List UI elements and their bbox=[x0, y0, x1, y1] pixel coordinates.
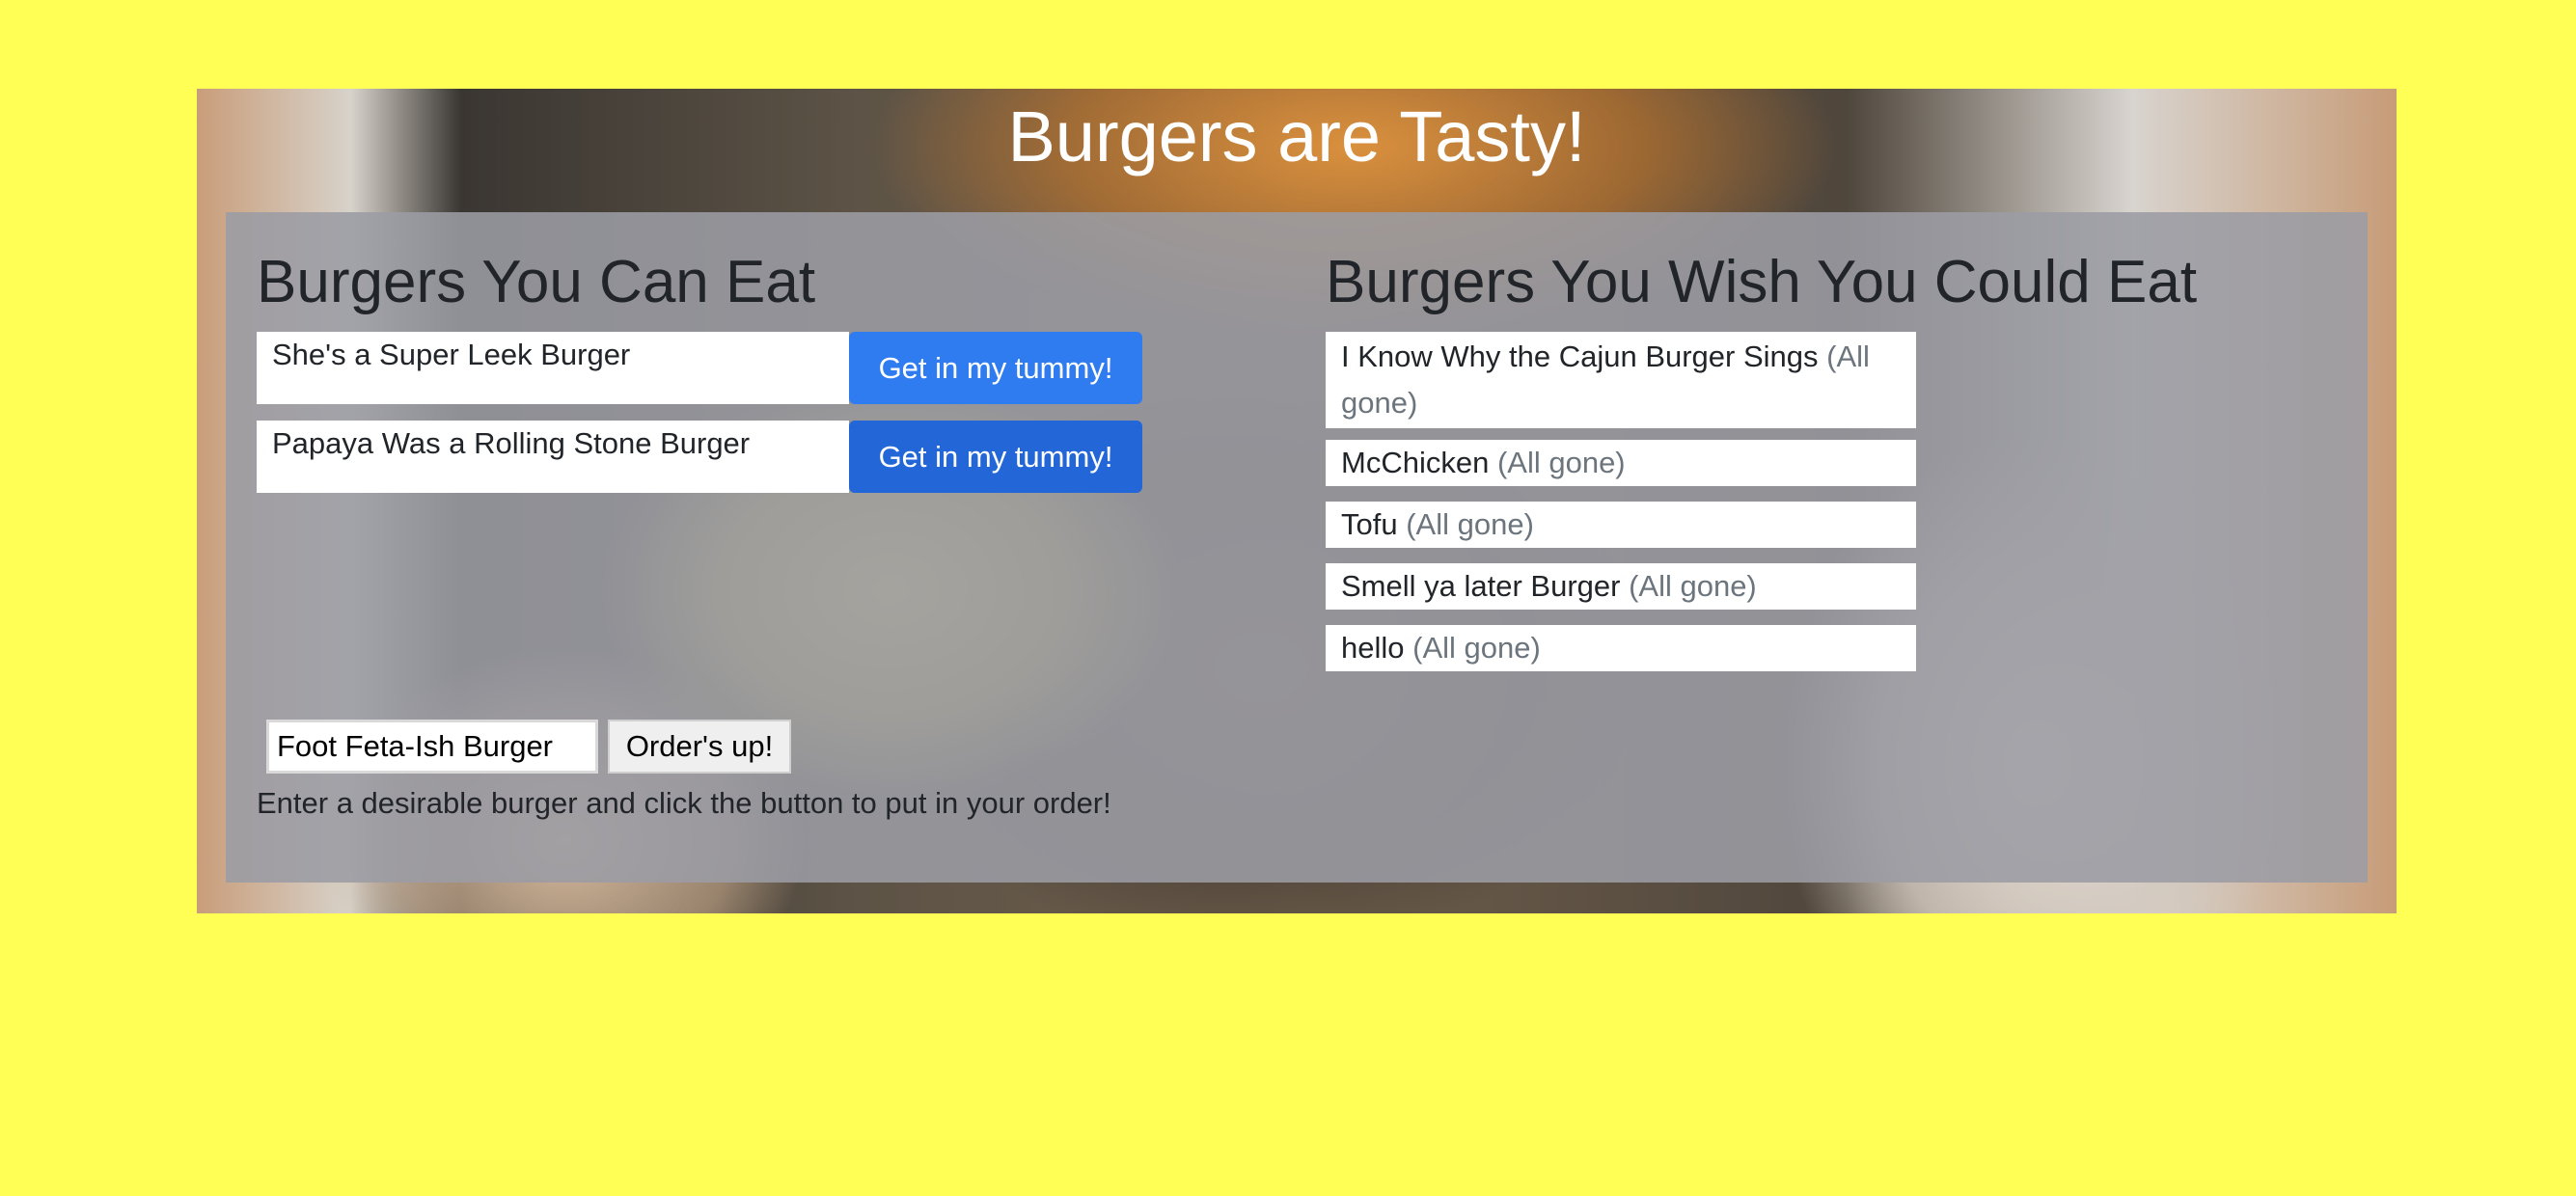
burger-panel: Burgers You Can Eat She's a Super Leek B… bbox=[226, 212, 2368, 883]
burger-name: Tofu bbox=[1341, 507, 1398, 541]
list-item: Smell ya later Burger (All gone) bbox=[1326, 563, 1916, 610]
list-item: Tofu (All gone) bbox=[1326, 502, 1916, 548]
all-gone-label: (All gone) bbox=[1406, 507, 1534, 541]
burger-name: Papaya Was a Rolling Stone Burger bbox=[257, 421, 849, 493]
burger-name: I Know Why the Cajun Burger Sings bbox=[1341, 340, 1819, 373]
burger-name: Smell ya later Burger bbox=[1341, 569, 1621, 603]
all-gone-label: (All gone) bbox=[1496, 446, 1626, 479]
burger-name: She's a Super Leek Burger bbox=[257, 332, 849, 404]
wish-eat-heading: Burgers You Wish You Could Eat bbox=[1326, 249, 2198, 315]
hero-banner: Burgers are Tasty! Burgers You Can Eat S… bbox=[197, 89, 2397, 913]
burger-name: McChicken bbox=[1341, 446, 1490, 479]
list-item: hello (All gone) bbox=[1326, 625, 1916, 671]
list-item: I Know Why the Cajun Burger Sings (All g… bbox=[1326, 332, 1916, 428]
page-title: Burgers are Tasty! bbox=[1007, 96, 1586, 177]
all-gone-label: (All gone) bbox=[1629, 569, 1757, 603]
devour-button[interactable]: Get in my tummy! bbox=[849, 421, 1142, 493]
all-gone-label: (All gone) bbox=[1412, 631, 1541, 665]
list-item: McChicken (All gone) bbox=[1326, 440, 1916, 486]
burger-name-input[interactable] bbox=[266, 720, 598, 774]
burger-name: hello bbox=[1341, 631, 1405, 665]
devour-button[interactable]: Get in my tummy! bbox=[849, 332, 1142, 404]
order-help-text: Enter a desirable burger and click the b… bbox=[257, 786, 1111, 820]
order-button[interactable]: Order's up! bbox=[608, 720, 791, 774]
can-eat-heading: Burgers You Can Eat bbox=[257, 249, 816, 315]
